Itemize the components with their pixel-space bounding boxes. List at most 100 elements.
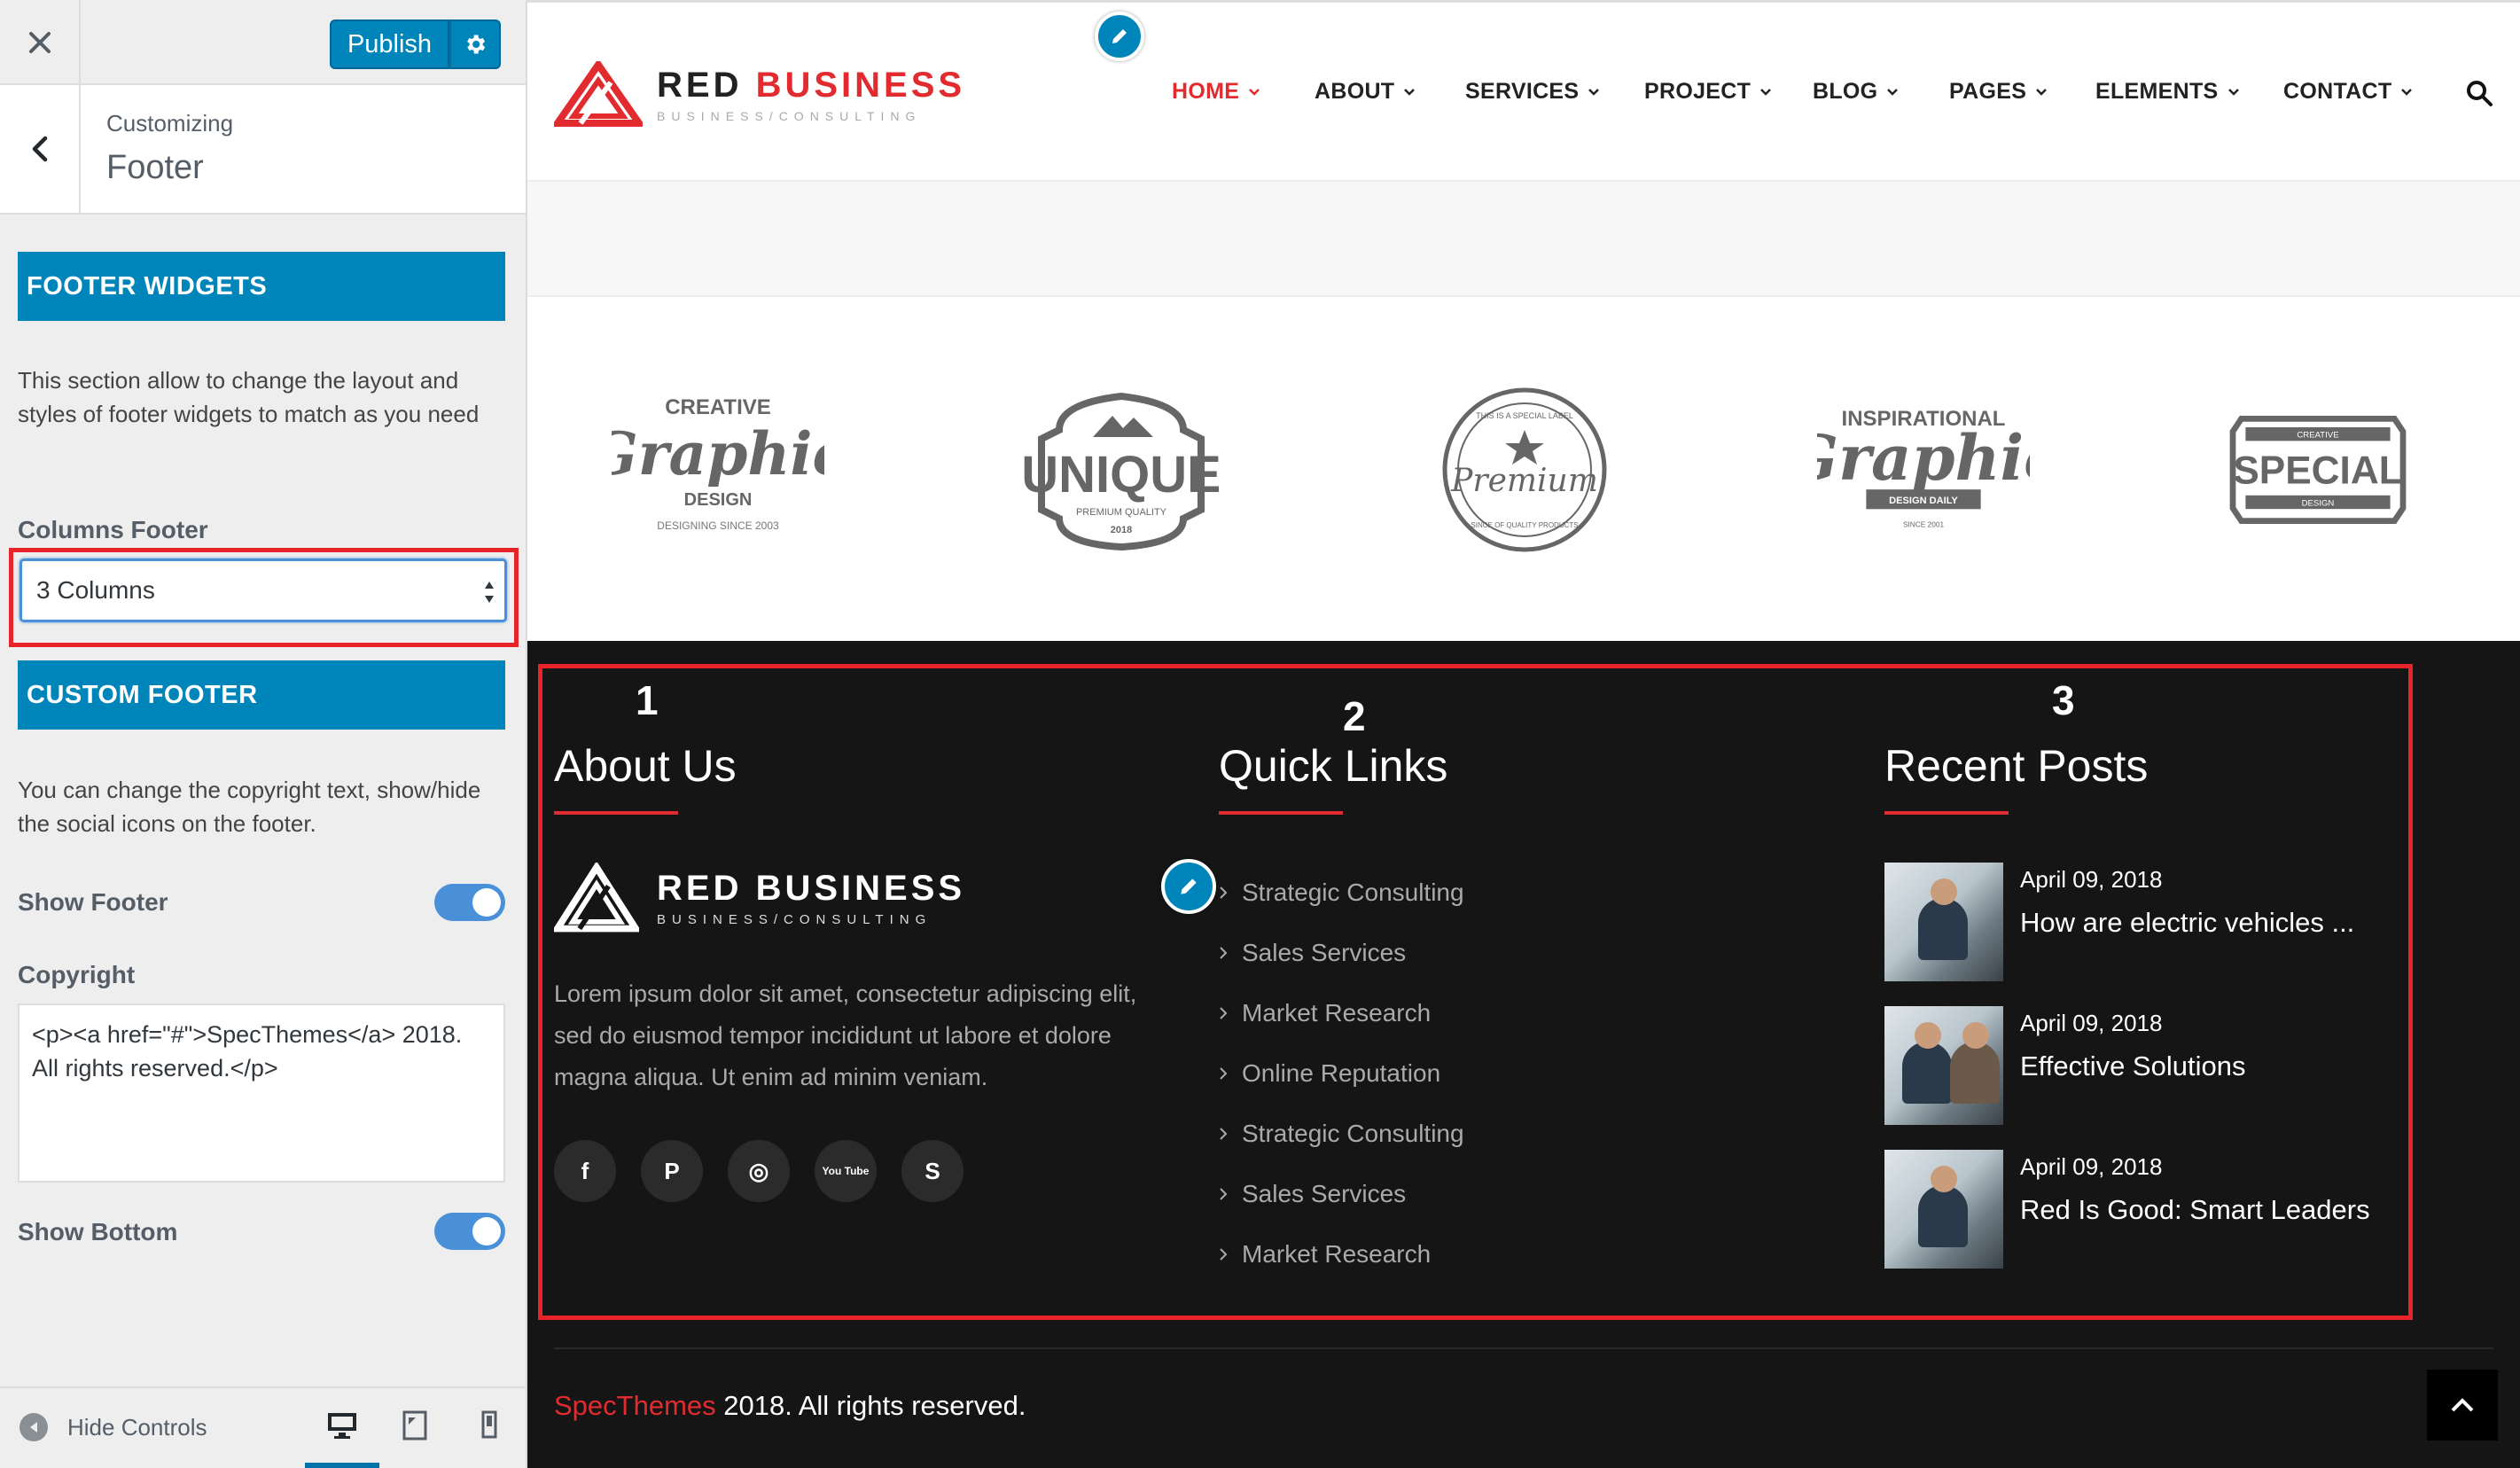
customizing-label: Customizing: [106, 110, 234, 137]
brand-logo-inspirational-graphic[interactable]: INSPIRATIONAL Graphic DESIGN DAILY SINCE…: [1817, 381, 2030, 558]
about-us-text: Lorem ipsum dolor sit amet, consectetur …: [554, 980, 1137, 1090]
post-thumbnail[interactable]: [1884, 1150, 2003, 1269]
chevron-right-icon: [1220, 1067, 1228, 1080]
desktop-icon[interactable]: [324, 1408, 360, 1443]
quick-link[interactable]: Market Research: [1219, 1224, 1464, 1284]
brand-4-main: Graphic: [1817, 421, 2030, 495]
show-footer-label: Show Footer: [18, 888, 168, 916]
customizer-panel: Publish Customizing Footer FOOTER WIDGET…: [0, 0, 527, 1468]
quick-link[interactable]: Sales Services: [1219, 923, 1464, 983]
quick-links-title: Quick Links: [1219, 741, 1448, 791]
post-date: April 09, 2018: [2020, 1153, 2163, 1180]
edit-shortcut-button[interactable]: [1095, 12, 1144, 61]
brand-logo-special[interactable]: CREATIVE SPECIAL DESIGN: [2212, 381, 2424, 558]
column-number-1: 1: [636, 677, 659, 723]
tablet-icon[interactable]: [397, 1408, 433, 1443]
main-navigation: HOME ABOUT SERVICES PROJECT BLOG PAGES E…: [527, 79, 2520, 111]
brand-1-top: CREATIVE: [665, 395, 771, 419]
post-title[interactable]: Red Is Good: Smart Leaders: [2020, 1194, 2370, 1226]
post-thumbnail[interactable]: [1884, 1006, 2003, 1125]
chevron-right-icon: [1220, 947, 1228, 959]
show-bottom-toggle[interactable]: [434, 1213, 505, 1250]
back-button[interactable]: [0, 85, 81, 213]
brand-5-sub: DESIGN: [2302, 498, 2335, 508]
nav-home[interactable]: HOME: [1172, 79, 1260, 105]
youtube-icon[interactable]: You Tube: [815, 1140, 877, 1202]
search-icon[interactable]: [2465, 79, 2493, 107]
copyright-label: Copyright: [18, 961, 136, 988]
brand-3-top: THIS IS A SPECIAL LABEL: [1476, 411, 1573, 420]
hide-controls-button[interactable]: Hide Controls: [20, 1413, 207, 1441]
nav-project[interactable]: PROJECT: [1644, 79, 1772, 105]
brand-logo-unique[interactable]: UNIQUE PREMIUM QUALITY 2018: [1015, 381, 1228, 558]
footer-logo[interactable]: RED BUSINESS BUSINESS/CONSULTING: [554, 863, 965, 933]
quick-link[interactable]: Sales Services: [1219, 1164, 1464, 1224]
copyright-text: SpecThemes 2018. All rights reserved.: [554, 1390, 1026, 1421]
brand-4-sub: DESIGN DAILY: [1889, 496, 1958, 506]
custom-footer-heading: CUSTOM FOOTER: [18, 660, 505, 730]
footer-widgets-description: This section allow to change the layout …: [18, 367, 480, 427]
recent-posts-title: Recent Posts: [1884, 741, 2149, 791]
close-button[interactable]: [0, 0, 81, 85]
nav-services[interactable]: SERVICES: [1465, 79, 1600, 105]
column-number-3: 3: [2052, 677, 2075, 723]
site-preview: RED BUSINESS BUSINESS/CONSULTING HOME AB…: [527, 0, 2520, 1468]
chevron-down-icon: [2036, 88, 2048, 96]
post-date: April 09, 2018: [2020, 1010, 2163, 1036]
mobile-icon[interactable]: [472, 1408, 507, 1443]
chevron-right-icon: [1220, 1248, 1228, 1261]
brand-logo-premium[interactable]: THIS IS A SPECIAL LABEL Premium SINCE OF…: [1418, 381, 1631, 558]
show-footer-toggle[interactable]: [434, 884, 505, 921]
instagram-icon[interactable]: ◎: [728, 1140, 790, 1202]
quick-link[interactable]: Online Reputation: [1219, 1043, 1464, 1104]
column-number-2: 2: [1343, 693, 1366, 739]
columns-footer-label: Columns Footer: [18, 516, 208, 543]
section-title: Footer: [106, 149, 204, 186]
footer-divider: [554, 1347, 2493, 1349]
recent-post[interactable]: April 09, 2018 Red Is Good: Smart Leader…: [1884, 1150, 2416, 1269]
publish-button[interactable]: Publish: [330, 20, 449, 69]
post-thumbnail[interactable]: [1884, 863, 2003, 981]
skype-icon[interactable]: S: [901, 1140, 964, 1202]
active-device-indicator: [305, 1463, 379, 1468]
chevron-down-icon: [1249, 88, 1260, 96]
chevron-right-icon: [1220, 1188, 1228, 1200]
post-date: April 09, 2018: [2020, 866, 2163, 893]
chevron-right-icon: [1220, 1007, 1228, 1019]
nav-pages[interactable]: PAGES: [1949, 79, 2048, 105]
chevron-up-icon: [2451, 1398, 2474, 1412]
scroll-to-top-button[interactable]: [2427, 1370, 2498, 1441]
pinterest-icon[interactable]: P: [641, 1140, 703, 1202]
brand-4-foot: SINCE 2001: [1903, 520, 1945, 529]
brand-logo-creative-graphic[interactable]: CREATIVE Graphic DESIGN DESIGNING SINCE …: [612, 381, 824, 558]
columns-footer-value: 3 Columns: [36, 576, 155, 604]
quick-link[interactable]: Strategic Consulting: [1219, 863, 1464, 923]
edit-shortcut-button[interactable]: [1161, 859, 1216, 914]
nav-about[interactable]: ABOUT: [1315, 79, 1416, 105]
title-underline: [1219, 811, 1343, 815]
title-underline: [1884, 811, 2009, 815]
facebook-icon[interactable]: f: [554, 1140, 616, 1202]
quick-link[interactable]: Strategic Consulting: [1219, 1104, 1464, 1164]
columns-footer-select[interactable]: 3 Columns: [20, 558, 507, 622]
post-title[interactable]: Effective Solutions: [2020, 1050, 2245, 1082]
chevron-down-icon: [1588, 88, 1600, 96]
footer-logo-wordmark: RED BUSINESS: [657, 869, 966, 908]
brand-3-main: Premium: [1450, 463, 1598, 499]
nav-contact[interactable]: CONTACT: [2283, 79, 2413, 105]
post-title[interactable]: How are electric vehicles ...: [2020, 907, 2354, 939]
footer-logo-tagline: BUSINESS/CONSULTING: [657, 912, 932, 927]
quick-link[interactable]: Market Research: [1219, 983, 1464, 1043]
copyright-textarea[interactable]: <p><a href="#">SpecThemes</a> 2018. All …: [18, 1003, 505, 1183]
publish-settings-button[interactable]: [449, 20, 501, 69]
recent-post[interactable]: April 09, 2018 How are electric vehicles…: [1884, 863, 2416, 981]
recent-post[interactable]: April 09, 2018 Effective Solutions: [1884, 1006, 2416, 1125]
title-underline: [554, 811, 678, 815]
nav-elements[interactable]: ELEMENTS: [2095, 79, 2240, 105]
chevron-down-icon: [1404, 88, 1416, 96]
chevron-down-icon: [2227, 88, 2239, 96]
nav-blog[interactable]: BLOG: [1813, 79, 1899, 105]
copyright-brand-link[interactable]: SpecThemes: [554, 1390, 716, 1421]
brand-1-main: Graphic: [612, 419, 824, 488]
quick-links-list: Strategic Consulting Sales Services Mark…: [1219, 863, 1464, 1284]
